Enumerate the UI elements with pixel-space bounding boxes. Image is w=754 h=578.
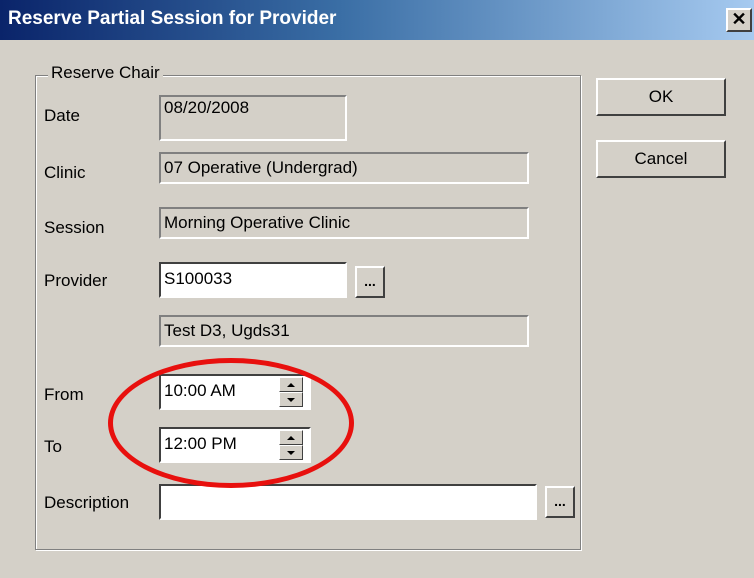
session-label: Session	[44, 218, 105, 237]
cancel-button[interactable]: Cancel	[596, 140, 726, 178]
reserve-chair-group	[35, 75, 581, 550]
session-field: Morning Operative Clinic	[159, 207, 529, 239]
close-button[interactable]: ✕	[726, 8, 752, 32]
to-label: To	[44, 437, 62, 456]
clinic-label: Clinic	[44, 163, 86, 182]
provider-name-field: Test D3, Ugds31	[159, 315, 529, 347]
from-label: From	[44, 385, 84, 404]
close-icon: ✕	[731, 9, 747, 29]
clinic-field: 07 Operative (Undergrad)	[159, 152, 529, 184]
to-time-spinner[interactable]	[279, 430, 303, 460]
spin-up-icon[interactable]	[279, 430, 303, 445]
description-label: Description	[44, 493, 130, 512]
spin-down-icon[interactable]	[279, 445, 303, 460]
group-legend: Reserve Chair	[48, 63, 163, 83]
window-title: Reserve Partial Session for Provider	[8, 8, 337, 29]
date-field: 08/20/2008	[159, 95, 347, 141]
from-time-spinner[interactable]	[279, 377, 303, 407]
provider-label: Provider	[44, 271, 108, 290]
description-input[interactable]	[159, 484, 537, 520]
date-label: Date	[44, 106, 80, 125]
ok-button[interactable]: OK	[596, 78, 726, 116]
spin-up-icon[interactable]	[279, 377, 303, 392]
provider-browse-button[interactable]: ...	[355, 266, 385, 298]
title-bar: Reserve Partial Session for Provider ✕	[0, 0, 754, 40]
provider-input[interactable]: S100033	[159, 262, 347, 298]
description-browse-button[interactable]: ...	[545, 486, 575, 518]
spin-down-icon[interactable]	[279, 392, 303, 407]
